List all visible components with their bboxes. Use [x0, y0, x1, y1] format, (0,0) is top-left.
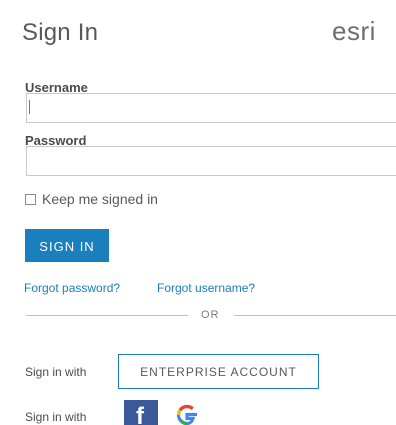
sign-in-panel: Sign In esri Username Password Keep me s…	[0, 0, 396, 425]
forgot-password-link[interactable]: Forgot password?	[24, 281, 120, 295]
social-signin-label: Sign in with	[25, 410, 87, 424]
text-cursor	[29, 100, 30, 114]
keep-signed-in-label: Keep me signed in	[42, 191, 158, 207]
facebook-signin-button[interactable]: f	[124, 400, 158, 425]
divider-left	[26, 315, 188, 316]
enterprise-signin-label: Sign in with	[25, 365, 87, 379]
username-input[interactable]	[26, 93, 396, 123]
keep-signed-in-checkbox[interactable]	[25, 193, 36, 205]
esri-logo: esri	[332, 16, 376, 46]
google-icon	[176, 404, 197, 425]
keep-signed-in-row[interactable]: Keep me signed in	[25, 191, 158, 207]
or-separator: OR	[201, 309, 220, 321]
password-input[interactable]	[26, 146, 396, 176]
facebook-icon: f	[136, 403, 144, 425]
google-signin-button[interactable]	[172, 400, 202, 425]
page-title: Sign In	[22, 19, 99, 46]
sign-in-button[interactable]: SIGN IN	[25, 229, 109, 262]
enterprise-account-button[interactable]: ENTERPRISE ACCOUNT	[118, 354, 319, 389]
divider-right	[234, 315, 396, 316]
forgot-username-link[interactable]: Forgot username?	[157, 281, 255, 295]
